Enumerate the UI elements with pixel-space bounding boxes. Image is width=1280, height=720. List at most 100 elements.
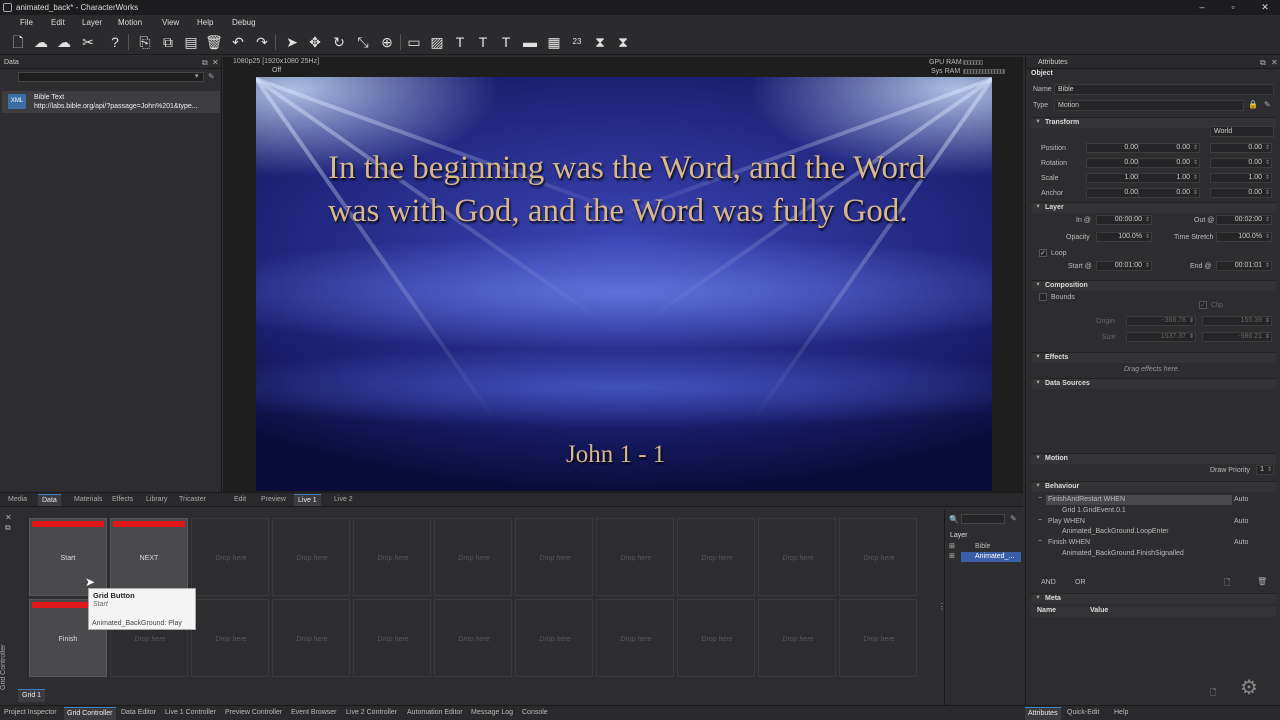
copy-icon[interactable]: ⧉ [159, 33, 177, 51]
grid-empty-slot[interactable]: Drop here [272, 599, 350, 677]
cut-icon[interactable]: ⎘ [136, 33, 154, 51]
float-icon[interactable]: ⧉ [5, 523, 11, 533]
select-arrow-icon[interactable]: ➤ [283, 33, 301, 51]
edit-icon[interactable]: ✎ [208, 72, 215, 81]
grid-empty-slot[interactable]: Drop here [839, 599, 917, 677]
float-icon[interactable]: ⧉ [202, 58, 208, 68]
behaviour-row[interactable]: Animated_BackGround.LoopEnter [1038, 527, 1274, 537]
grid-button[interactable]: Start [29, 518, 107, 596]
type-field[interactable]: Motion [1054, 100, 1244, 111]
anchor-icon[interactable]: ⊕ [378, 33, 396, 51]
menu-layer[interactable]: Layer [82, 18, 102, 27]
close-icon[interactable]: ✕ [1271, 58, 1278, 67]
calendar-icon[interactable]: 23 [568, 33, 586, 51]
rectangle-icon[interactable]: ▭ [405, 33, 423, 51]
and-button[interactable]: AND [1041, 579, 1056, 586]
grid-empty-slot[interactable]: Drop here [191, 518, 269, 596]
behaviour-mode[interactable]: Auto [1234, 518, 1248, 525]
text-plus-icon[interactable]: T [474, 33, 492, 51]
transform-value-field[interactable]: 0.00 [1210, 188, 1272, 198]
data-sources-section[interactable]: ▼ Data Sources [1031, 378, 1276, 389]
counter-icon[interactable]: ▦ [545, 33, 563, 51]
in-field[interactable]: 00:00:00 [1096, 215, 1152, 225]
close-icon[interactable]: ✕ [1257, 1, 1273, 13]
time-stretch-field[interactable]: 100.0% [1216, 232, 1272, 242]
tab-project-inspector[interactable]: Project Inspector [1, 707, 60, 720]
tab-live-2-controller[interactable]: Live 2 Controller [343, 707, 400, 720]
image-icon[interactable]: ▨ [428, 33, 446, 51]
tab-quick-edit[interactable]: Quick-Edit [1064, 707, 1102, 720]
behaviour-mode[interactable]: Auto [1234, 539, 1248, 546]
transform-value-field[interactable]: 0.00 [1210, 158, 1272, 168]
effects-section[interactable]: ▼ Effects [1031, 352, 1276, 363]
grid-empty-slot[interactable]: Drop here [758, 599, 836, 677]
opacity-field[interactable]: 100.0% [1096, 232, 1152, 242]
tab-automation-editor[interactable]: Automation Editor [404, 707, 466, 720]
transform-value-field[interactable]: 0.00 [1138, 143, 1200, 153]
grid-empty-slot[interactable]: Drop here [434, 599, 512, 677]
close-icon[interactable]: ✕ [212, 58, 219, 67]
tab-event-browser[interactable]: Event Browser [288, 707, 340, 720]
behaviour-row[interactable]: − Play WHEN Auto [1038, 517, 1274, 527]
tab-preview-controller[interactable]: Preview Controller [222, 707, 285, 720]
float-icon[interactable]: ⧉ [1260, 58, 1266, 68]
grid-empty-slot[interactable]: Drop here [839, 518, 917, 596]
grid-empty-slot[interactable]: Drop here [677, 518, 755, 596]
menu-help[interactable]: Help [197, 18, 213, 27]
new-icon[interactable]: 🗋 [9, 33, 27, 51]
tab-message-log[interactable]: Message Log [468, 707, 516, 720]
loop-checkbox[interactable]: ✓ [1039, 249, 1047, 257]
text-edit-icon[interactable]: T [497, 33, 515, 51]
grid-empty-slot[interactable]: Drop here [596, 599, 674, 677]
grid-empty-slot[interactable]: Drop here [515, 518, 593, 596]
meta-section[interactable]: ▼ Meta [1031, 593, 1276, 604]
render-stage[interactable]: In the beginning was the Word, and the W… [256, 77, 992, 491]
new-meta-icon[interactable]: 🗋 [1210, 687, 1216, 701]
transform-value-field[interactable]: 0.00 [1210, 143, 1272, 153]
edit-icon[interactable]: ✎ [1264, 100, 1271, 109]
delete-icon[interactable]: 🗑 [1257, 577, 1267, 586]
behaviour-section[interactable]: ▼ Behaviour [1031, 481, 1276, 492]
grid-empty-slot[interactable]: Drop here [191, 599, 269, 677]
scale-icon[interactable]: ⤡ [354, 33, 372, 51]
transform-value-field[interactable]: 1.00 [1138, 173, 1200, 183]
layer-row[interactable]: ⊞ Bible [949, 542, 1021, 552]
end-field[interactable]: 00:01:01 [1216, 261, 1272, 271]
transform-value-field[interactable]: 0.00 [1138, 188, 1200, 198]
lock-icon[interactable]: 🔒 [1248, 100, 1258, 109]
maximize-icon[interactable]: ▫ [1225, 1, 1241, 13]
new-behaviour-icon[interactable]: 🗋 [1224, 577, 1230, 591]
start-field[interactable]: 00:01:00 [1096, 261, 1152, 271]
bounds-checkbox[interactable] [1039, 293, 1047, 301]
undo-icon[interactable]: ↶ [229, 33, 247, 51]
data-search-input[interactable] [18, 72, 204, 82]
redo-icon[interactable]: ↷ [253, 33, 271, 51]
layer-filter-input[interactable] [961, 514, 1005, 524]
edit-icon[interactable]: ✎ [1010, 514, 1017, 523]
layer-row[interactable]: ⊞ Animated_... [949, 552, 1021, 562]
gear-icon[interactable]: ⚙ [1240, 675, 1258, 700]
grid-empty-slot[interactable]: Drop here [596, 518, 674, 596]
grid-empty-slot[interactable]: Drop here [353, 599, 431, 677]
transform-value-field[interactable]: 0.00 [1138, 158, 1200, 168]
composition-section[interactable]: ▼ Composition [1031, 280, 1276, 291]
clock-icon[interactable]: ⧗ [591, 33, 609, 51]
text-icon[interactable]: T [451, 33, 469, 51]
menu-view[interactable]: View [162, 18, 179, 27]
grid-empty-slot[interactable]: Drop here [272, 518, 350, 596]
rotate-icon[interactable]: ↻ [330, 33, 348, 51]
grid-tab[interactable]: Grid 1 [18, 689, 46, 702]
close-icon[interactable]: ✕ [5, 513, 12, 522]
grid-button[interactable]: NEXT [110, 518, 188, 596]
behaviour-row[interactable]: Animated_BackGround.FinishSignalled [1038, 549, 1274, 559]
draw-priority-field[interactable]: 1 [1256, 465, 1274, 475]
grid-empty-slot[interactable]: Drop here [677, 599, 755, 677]
tab-console[interactable]: Console [519, 707, 551, 720]
search-icon[interactable]: 🔍 [949, 515, 959, 524]
cloud-upload-icon[interactable]: ☁ [32, 33, 50, 51]
help-icon[interactable]: ? [106, 33, 124, 51]
layer-section[interactable]: ▼ Layer [1031, 202, 1276, 213]
motion-section[interactable]: ▼ Motion [1031, 453, 1276, 464]
move-icon[interactable]: ✥ [306, 33, 324, 51]
timer-icon[interactable]: ⧗ [614, 33, 632, 51]
